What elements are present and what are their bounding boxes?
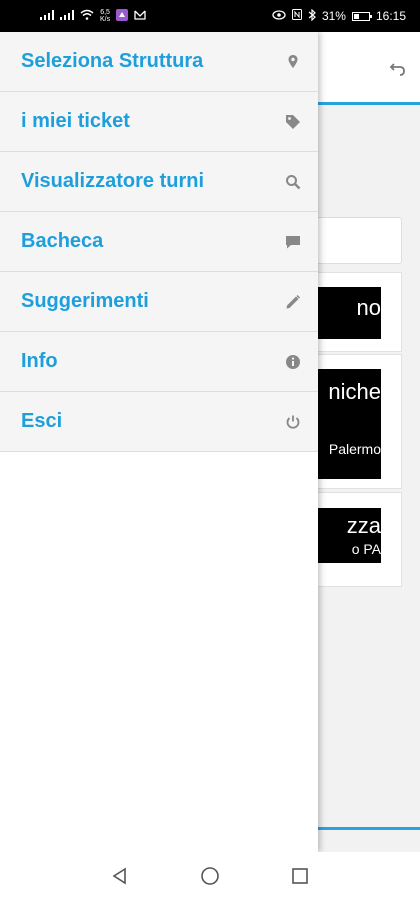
signal-icon-2	[60, 9, 74, 23]
app-notification-icon	[116, 8, 129, 24]
nfc-icon	[291, 9, 302, 23]
menu-item-miei-ticket[interactable]: i miei ticket	[0, 92, 318, 152]
info-icon	[284, 353, 302, 371]
chat-bubble-icon	[284, 233, 302, 251]
menu-item-label: Suggerimenti	[21, 290, 149, 312]
bluetooth-icon	[308, 8, 316, 24]
back-icon[interactable]	[388, 60, 408, 80]
battery-icon	[351, 11, 372, 21]
menu-item-esci[interactable]: Esci	[0, 392, 318, 452]
home-nav-icon[interactable]	[195, 861, 225, 891]
menu-item-info[interactable]: Info	[0, 332, 318, 392]
status-left: 6,5 K/s	[40, 8, 146, 24]
menu-item-suggerimenti[interactable]: Suggerimenti	[0, 272, 318, 332]
tag-icon	[284, 113, 302, 131]
search-icon	[284, 173, 302, 191]
menu-item-label: Esci	[21, 410, 63, 432]
card-image: zza o PA	[309, 508, 381, 563]
menu-item-bacheca[interactable]: Bacheca	[0, 212, 318, 272]
eye-icon	[272, 9, 286, 23]
signal-icon	[40, 9, 54, 23]
network-speed: 6,5 K/s	[100, 9, 111, 23]
card-image: no	[309, 287, 381, 339]
card-image: niche Palermo	[309, 369, 381, 479]
status-right: 31% 16:15	[272, 8, 406, 24]
menu-item-label: Bacheca	[21, 230, 104, 252]
menu-item-seleziona-struttura[interactable]: Seleziona Struttura	[0, 32, 318, 92]
menu-item-label: Info	[21, 350, 58, 372]
menu-item-visualizzatore-turni[interactable]: Visualizzatore turni	[0, 152, 318, 212]
clock: 16:15	[375, 9, 406, 23]
pencil-icon	[284, 293, 302, 311]
mail-icon	[134, 10, 146, 23]
navigation-drawer: Seleziona Struttura i miei ticket Visual…	[0, 32, 318, 852]
location-pin-icon	[284, 53, 302, 71]
system-navigation-bar	[0, 852, 420, 900]
menu-item-label: Visualizzatore turni	[21, 170, 205, 192]
menu-item-label: Seleziona Struttura	[21, 50, 204, 72]
wifi-icon	[80, 9, 94, 23]
back-nav-icon[interactable]	[105, 861, 135, 891]
battery-percent: 31%	[321, 9, 346, 23]
menu-item-label: i miei ticket	[21, 110, 130, 132]
status-bar: 6,5 K/s 31% 16:15	[0, 0, 420, 32]
recents-nav-icon[interactable]	[285, 861, 315, 891]
power-icon	[284, 413, 302, 431]
